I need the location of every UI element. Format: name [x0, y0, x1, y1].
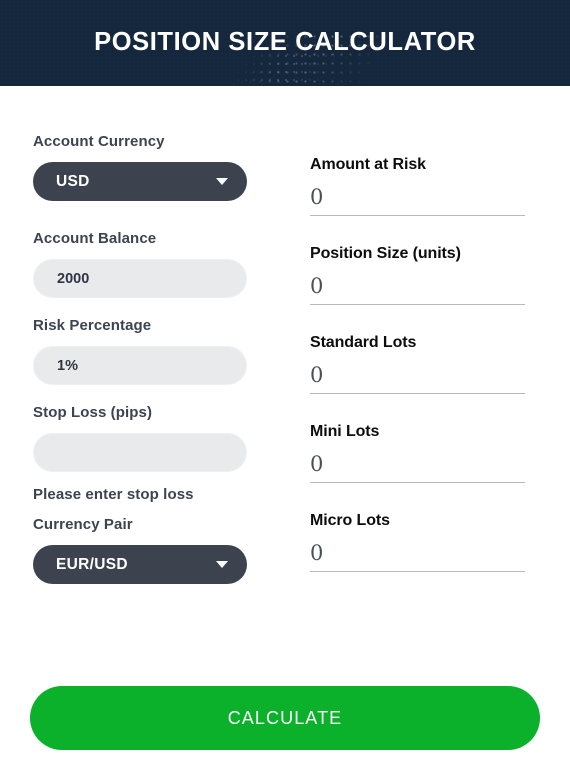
result-value: 0	[310, 541, 324, 565]
result-label: Standard Lots	[310, 334, 417, 351]
currency-pair-value: EUR/USD	[56, 555, 128, 573]
result-position-size: Position Size (units) 0	[310, 244, 525, 305]
account-currency-label: Account Currency	[33, 133, 165, 150]
result-value: 0	[310, 185, 324, 209]
stop-loss-label: Stop Loss (pips)	[33, 404, 153, 421]
result-micro-lots: Micro Lots 0	[310, 511, 525, 572]
risk-percentage-input[interactable]: 1%	[33, 346, 247, 385]
stop-loss-validation-message: Please enter stop loss	[33, 486, 194, 503]
risk-percentage-label: Risk Percentage	[33, 317, 152, 334]
field-stop-loss: Stop Loss (pips) Please enter stop loss	[33, 404, 310, 503]
result-value: 0	[310, 452, 324, 476]
result-mini-lots: Mini Lots 0	[310, 422, 525, 483]
currency-pair-select[interactable]: EUR/USD	[33, 545, 247, 584]
result-standard-lots: Standard Lots 0	[310, 333, 525, 394]
position-size-calculator-app: POSITION SIZE CALCULATOR Account Currenc…	[0, 0, 570, 775]
account-currency-value: USD	[56, 172, 90, 190]
result-value: 0	[310, 274, 324, 298]
stop-loss-input[interactable]	[33, 433, 247, 472]
account-balance-label: Account Balance	[33, 230, 157, 247]
chevron-down-icon	[216, 561, 228, 568]
two-column-layout: Account Currency USD Account Balance 200…	[0, 86, 570, 584]
result-label: Micro Lots	[310, 512, 390, 529]
field-account-balance: Account Balance 2000	[33, 230, 310, 298]
calculate-button-container: CALCULATE	[0, 686, 570, 750]
page-title: POSITION SIZE CALCULATOR	[94, 27, 476, 56]
input-form-column: Account Currency USD Account Balance 200…	[0, 86, 310, 584]
currency-pair-label: Currency Pair	[33, 516, 133, 533]
field-account-currency: Account Currency USD	[33, 133, 310, 201]
result-divider	[310, 571, 525, 572]
result-amount-at-risk: Amount at Risk 0	[310, 155, 525, 216]
result-label: Amount at Risk	[310, 156, 426, 173]
account-balance-input[interactable]: 2000	[33, 259, 247, 298]
field-currency-pair: Currency Pair EUR/USD	[33, 516, 310, 584]
results-column: Amount at Risk 0 Position Size (units) 0…	[310, 86, 570, 572]
result-label: Mini Lots	[310, 423, 380, 440]
chevron-down-icon	[216, 178, 228, 185]
calculator-body: Account Currency USD Account Balance 200…	[0, 86, 570, 584]
result-value: 0	[310, 363, 324, 387]
header-dot-pattern-decoration-secondary	[210, 52, 360, 86]
calculate-button[interactable]: CALCULATE	[30, 686, 540, 750]
account-currency-select[interactable]: USD	[33, 162, 247, 201]
field-risk-percentage: Risk Percentage 1%	[33, 317, 310, 385]
app-header: POSITION SIZE CALCULATOR	[0, 0, 570, 86]
result-label: Position Size (units)	[310, 245, 461, 262]
